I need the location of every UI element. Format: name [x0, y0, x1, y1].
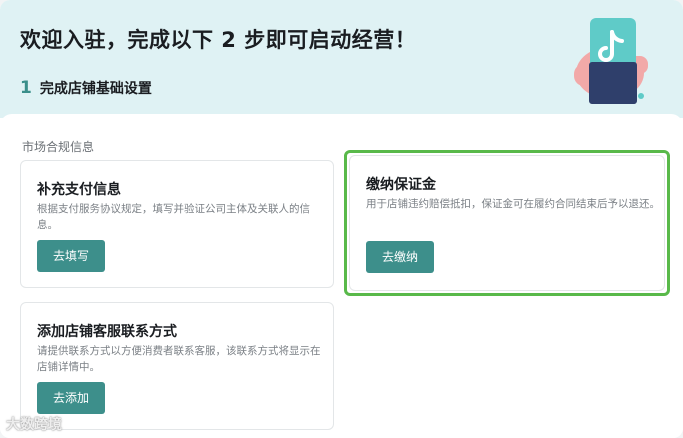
watermark: 大数跨境 [6, 417, 62, 433]
deposit-card: 缴纳保证金 用于店铺违约赔偿抵扣，保证金可在履约合同结束后予以退还。 去缴纳 [349, 155, 665, 291]
tiktok-phone-illustration-icon [574, 18, 648, 104]
step-number: 1 [20, 78, 32, 98]
add-contact-button[interactable]: 去添加 [37, 382, 105, 414]
card-description: 请提供联系方式以方便消费者联系客服，该联系方式将显示在店铺详情中。 [37, 345, 321, 373]
card-description: 根据支付服务协议规定，填写并验证公司主体及关联人的信息。 [37, 203, 310, 231]
page-title: 欢迎入驻，完成以下 2 步即可启动经营！ [20, 28, 417, 52]
payment-info-card: 补充支付信息 根据支付服务协议规定，填写并验证公司主体及关联人的信息。 去填写 [20, 160, 334, 288]
customer-service-card: 添加店铺客服联系方式 请提供联系方式以方便消费者联系客服，该联系方式将显示在店铺… [20, 302, 334, 430]
welcome-banner: 欢迎入驻，完成以下 2 步即可启动经营！ 1 完成店铺基础设置 [0, 0, 683, 118]
fill-payment-button[interactable]: 去填写 [37, 240, 105, 272]
card-description: 用于店铺违约赔偿抵扣，保证金可在履约合同结束后予以退还。 [366, 198, 660, 210]
onboarding-page: 欢迎入驻，完成以下 2 步即可启动经营！ 1 完成店铺基础设置 市场合规信息 补… [0, 0, 683, 438]
card-title: 添加店铺客服联系方式 [37, 324, 177, 340]
pay-deposit-button[interactable]: 去缴纳 [366, 241, 434, 273]
step-label: 完成店铺基础设置 [39, 81, 152, 97]
card-title: 缴纳保证金 [366, 177, 436, 193]
step-indicator: 1 完成店铺基础设置 [20, 78, 152, 98]
card-title: 补充支付信息 [37, 182, 121, 198]
section-label: 市场合规信息 [22, 140, 95, 154]
